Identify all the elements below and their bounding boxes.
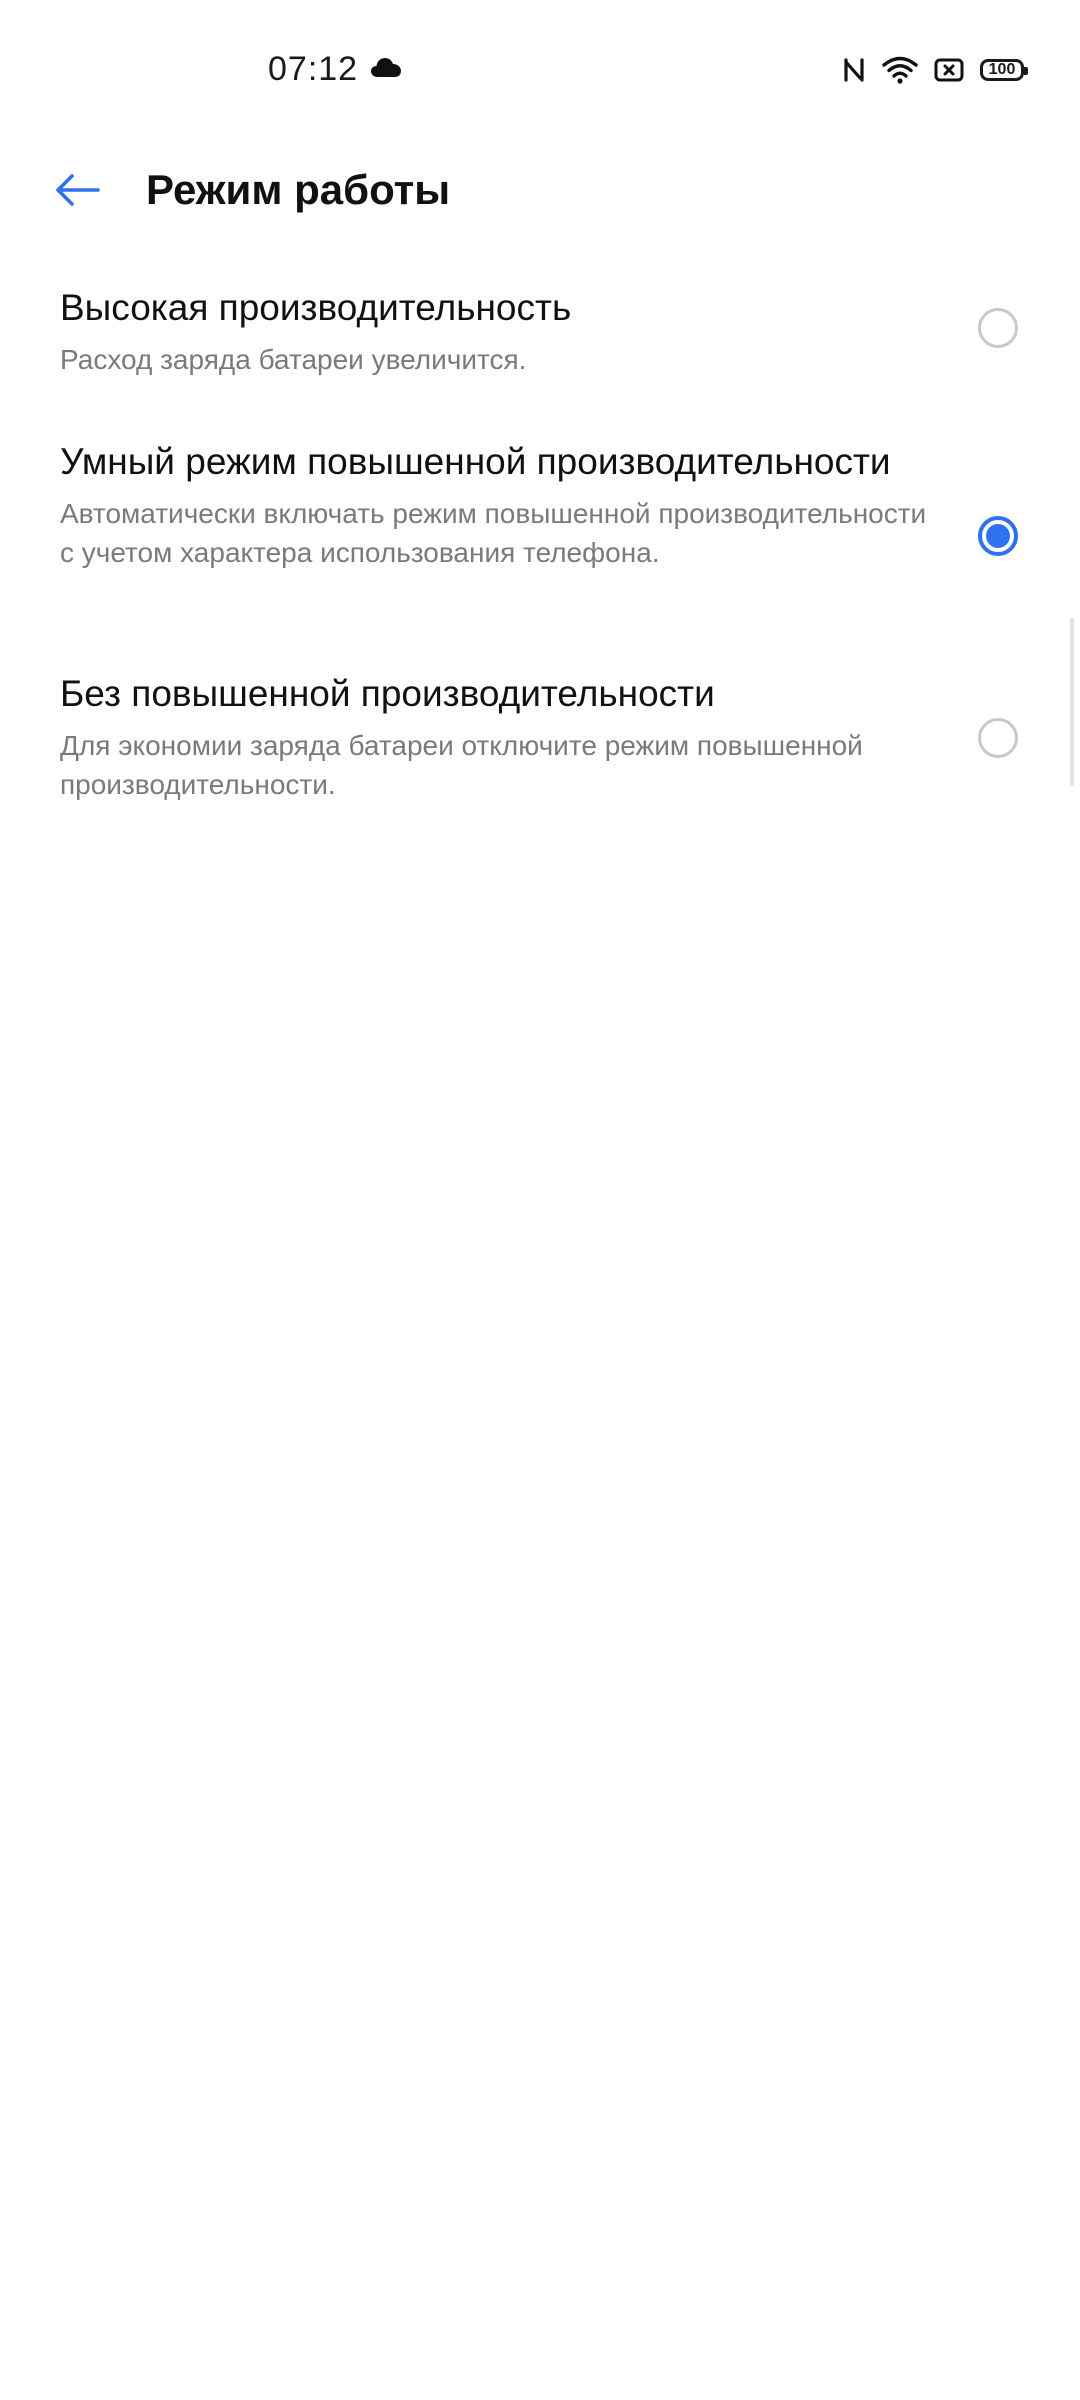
no-sim-icon [934,58,964,82]
arrow-left-icon [56,174,100,206]
radio-smart-performance[interactable] [978,516,1018,556]
option-title: Высокая производительность [60,287,572,328]
nfc-icon [844,58,864,82]
option-high-performance[interactable]: Высокая производительность Расход заряда… [0,270,1080,420]
option-title: Без повышенной производительности [60,673,715,714]
option-title: Умный режим повышенной производительност… [60,441,891,482]
options-list: Высокая производительность Расход заряда… [0,270,1080,858]
option-description: Для экономии заряда батареи отключите ре… [60,730,863,800]
scrollbar[interactable] [1070,618,1074,786]
battery-icon: 100 [980,59,1028,81]
radio-high-performance[interactable] [978,308,1018,348]
header: Режим работы [0,130,1080,240]
status-time: 07:12 [268,50,359,88]
status-bar: 07:12 100 [0,0,1080,140]
option-description: Расход заряда батареи увеличится. [60,344,527,375]
back-button[interactable] [48,160,108,220]
option-description: Автоматически включать режим повышенной … [60,498,927,568]
page-title: Режим работы [146,166,451,213]
radio-no-performance[interactable] [978,718,1018,758]
wifi-icon [882,56,918,84]
option-smart-performance[interactable]: Умный режим повышенной производительност… [0,420,1080,658]
status-icons: 100 [842,50,1028,90]
cloud-icon [371,58,401,77]
battery-level: 100 [988,61,1016,78]
option-no-performance[interactable]: Без повышенной производительности Для эк… [0,658,1080,858]
